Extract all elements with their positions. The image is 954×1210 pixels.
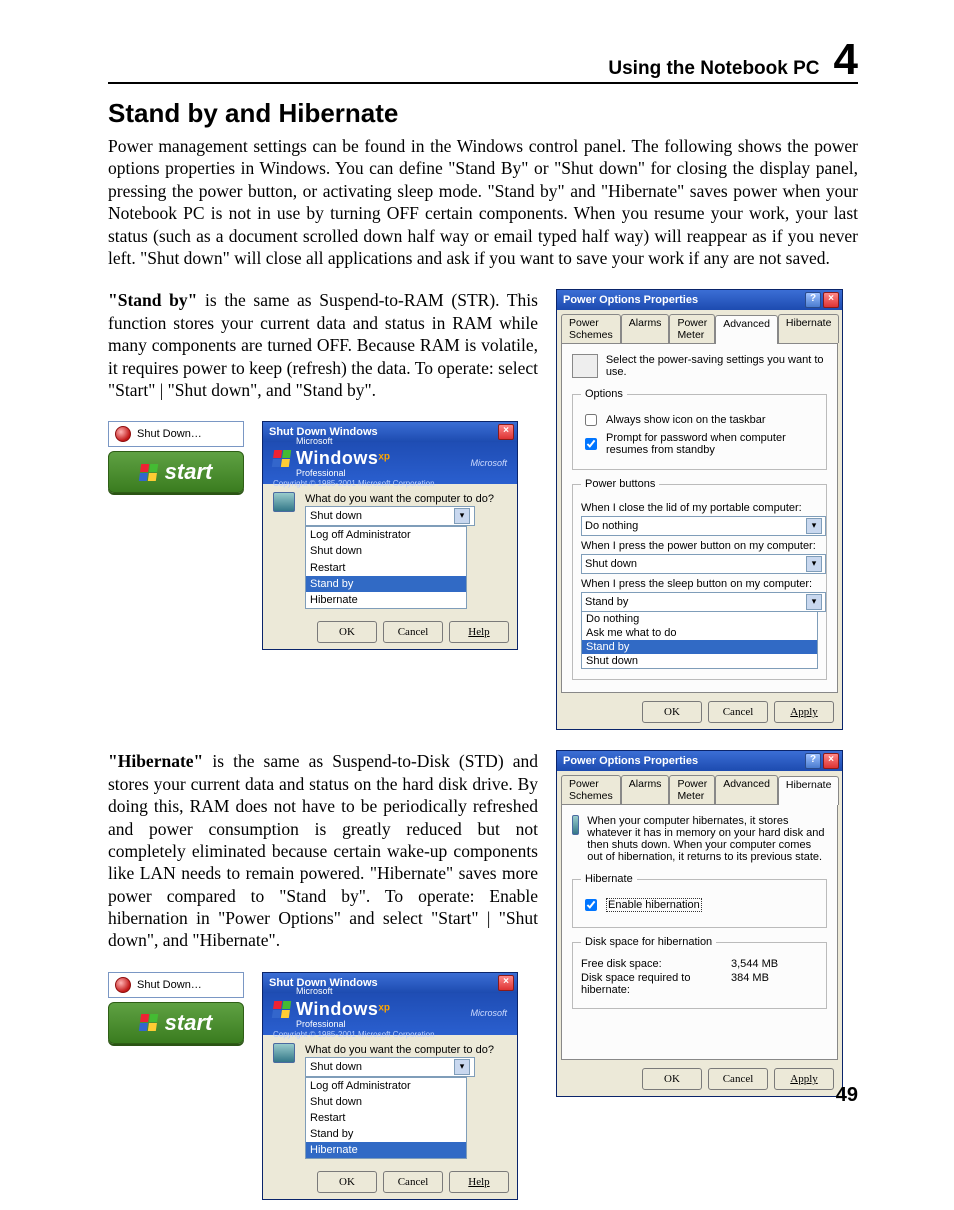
help-icon[interactable]: ? <box>805 753 821 769</box>
windows-banner: MicrosoftWindowsxpProfessional Copyright… <box>263 993 517 1035</box>
chevron-down-icon: ▾ <box>806 518 822 534</box>
tab-advanced[interactable]: Advanced <box>715 315 778 344</box>
help-icon[interactable]: ? <box>805 292 821 308</box>
free-disk-value: 3,544 MB <box>731 958 778 970</box>
shutdown-menu-item[interactable]: Shut Down… <box>108 421 244 447</box>
chevron-down-icon: ▾ <box>454 1059 470 1075</box>
tab-power-schemes[interactable]: Power Schemes <box>561 775 621 804</box>
tab-strip: Power Schemes Alarms Power Meter Advance… <box>557 771 842 804</box>
chapter-number: 4 <box>834 40 858 80</box>
tab-power-meter[interactable]: Power Meter <box>669 775 715 804</box>
page-number: 49 <box>836 1084 858 1107</box>
ok-button[interactable]: OK <box>317 621 377 643</box>
running-header: Using the Notebook PC 4 <box>108 40 858 84</box>
help-button[interactable]: Help <box>449 621 509 643</box>
close-icon[interactable]: × <box>823 292 839 308</box>
disk-space-group: Disk space for hibernation Free disk spa… <box>572 936 827 1009</box>
chevron-down-icon: ▾ <box>806 556 822 572</box>
header-title: Using the Notebook PC <box>608 58 819 80</box>
chevron-down-icon: ▾ <box>806 594 822 610</box>
sleep-button-options[interactable]: Do nothing Ask me what to do Stand by Sh… <box>581 612 818 669</box>
apply-button[interactable]: Apply <box>774 1068 834 1090</box>
options-group: Options Always show icon on the taskbar … <box>572 388 827 470</box>
hibernate-group: Hibernate Enable hibernation <box>572 873 827 928</box>
tab-power-schemes[interactable]: Power Schemes <box>561 314 621 343</box>
standby-lead: "Stand by" <box>108 290 197 310</box>
close-icon[interactable]: × <box>498 424 514 440</box>
enable-hibernation-checkbox[interactable]: Enable hibernation <box>581 896 818 914</box>
tab-hibernate[interactable]: Hibernate <box>778 314 840 343</box>
startmenu-screenshot: Shut Down… start <box>108 972 244 1044</box>
windows-flag-icon <box>138 464 157 481</box>
close-icon[interactable]: × <box>498 975 514 991</box>
hibernate-lead: "Hibernate" <box>108 751 203 771</box>
startmenu-screenshot: Shut Down… start <box>108 421 244 493</box>
prompt-password-checkbox[interactable]: Prompt for password when computer resume… <box>581 432 818 456</box>
tab-alarms[interactable]: Alarms <box>621 314 670 343</box>
chevron-down-icon: ▾ <box>454 508 470 524</box>
tab-advanced[interactable]: Advanced <box>715 775 778 804</box>
ok-button[interactable]: OK <box>642 701 702 723</box>
action-listbox[interactable]: Log off Administrator Shut down Restart … <box>305 526 467 608</box>
action-combobox[interactable]: Shut down▾ <box>305 506 475 526</box>
help-button[interactable]: Help <box>449 1171 509 1193</box>
power-button-select[interactable]: Shut down▾ <box>581 554 826 574</box>
intro-paragraph: Power management settings can be found i… <box>108 135 858 269</box>
ok-button[interactable]: OK <box>642 1068 702 1090</box>
shutdown-icon <box>115 977 131 993</box>
action-listbox[interactable]: Log off Administrator Shut down Restart … <box>305 1077 467 1159</box>
sleep-button-select[interactable]: Stand by▾ <box>581 592 826 612</box>
battery-icon <box>572 354 598 378</box>
required-disk-value: 384 MB <box>731 972 769 996</box>
ok-button[interactable]: OK <box>317 1171 377 1193</box>
apply-button[interactable]: Apply <box>774 701 834 723</box>
cancel-button[interactable]: Cancel <box>383 1171 443 1193</box>
shutdown-dialog: Shut Down Windows × MicrosoftWindowsxpPr… <box>262 421 518 649</box>
lid-select[interactable]: Do nothing▾ <box>581 516 826 536</box>
cancel-button[interactable]: Cancel <box>708 1068 768 1090</box>
tab-alarms[interactable]: Alarms <box>621 775 670 804</box>
windows-flag-icon <box>138 1014 157 1031</box>
windows-banner: MicrosoftWindowsxpProfessional Copyright… <box>263 442 517 484</box>
tab-strip: Power Schemes Alarms Power Meter Advance… <box>557 310 842 343</box>
standby-paragraph: "Stand by" is the same as Suspend-to-RAM… <box>108 289 538 659</box>
tab-hibernate[interactable]: Hibernate <box>778 776 840 805</box>
computer-icon <box>572 815 579 835</box>
cancel-button[interactable]: Cancel <box>383 621 443 643</box>
start-button[interactable]: start <box>108 451 244 493</box>
windows-flag-icon <box>272 1001 291 1018</box>
computer-icon <box>273 1043 295 1063</box>
power-options-advanced-dialog: Power Options Properties ? × Power Schem… <box>556 289 843 730</box>
action-combobox[interactable]: Shut down▾ <box>305 1057 475 1077</box>
start-button[interactable]: start <box>108 1002 244 1044</box>
power-options-hibernate-dialog: Power Options Properties ? × Power Schem… <box>556 750 843 1097</box>
windows-flag-icon <box>272 450 291 467</box>
hibernate-paragraph: "Hibernate" is the same as Suspend-to-Di… <box>108 750 538 1210</box>
shutdown-menu-item[interactable]: Shut Down… <box>108 972 244 998</box>
section-heading: Stand by and Hibernate <box>108 98 858 129</box>
power-buttons-group: Power buttons When I close the lid of my… <box>572 478 827 680</box>
computer-icon <box>273 492 295 512</box>
close-icon[interactable]: × <box>823 753 839 769</box>
always-show-icon-checkbox[interactable]: Always show icon on the taskbar <box>581 411 818 429</box>
cancel-button[interactable]: Cancel <box>708 701 768 723</box>
shutdown-icon <box>115 426 131 442</box>
tab-power-meter[interactable]: Power Meter <box>669 314 715 343</box>
shutdown-dialog: Shut Down Windows × MicrosoftWindowsxpPr… <box>262 972 518 1200</box>
